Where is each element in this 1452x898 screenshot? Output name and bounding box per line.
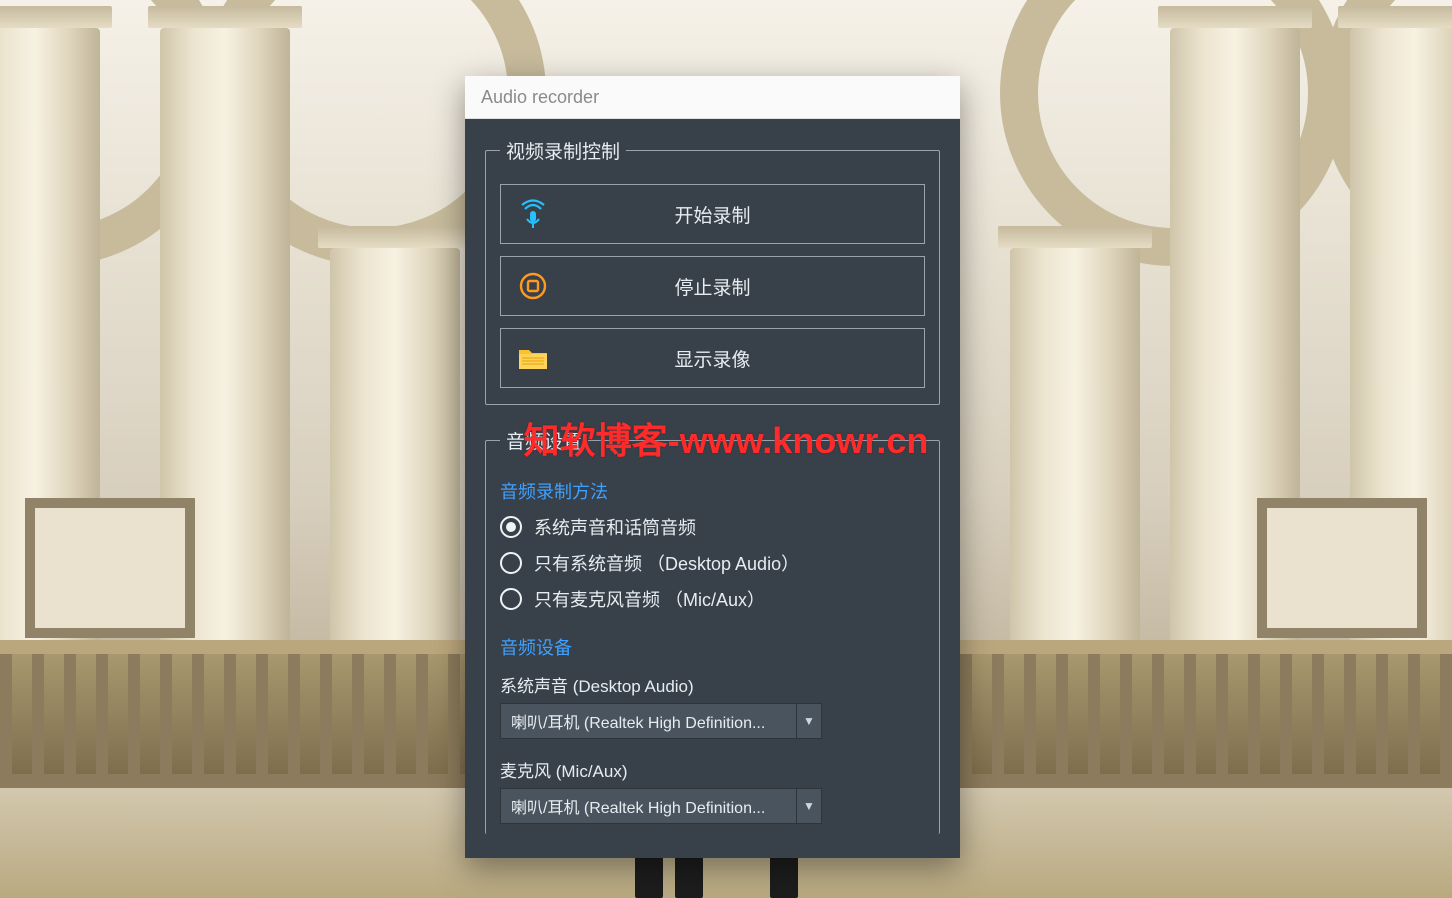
- start-recording-label: 开始录制: [565, 201, 924, 228]
- start-recording-button[interactable]: 开始录制: [500, 184, 925, 244]
- audio-settings-group: 音频设置 音频录制方法 系统声音和话筒音频 只有系统音频 （Desktop Au…: [485, 427, 940, 834]
- mic-audio-select[interactable]: 喇叭/耳机 (Realtek High Definition... ▼: [500, 788, 822, 824]
- audio-method-label: 系统声音和话筒音频: [534, 514, 696, 540]
- window-title: Audio recorder: [481, 87, 599, 108]
- desktop-audio-label: 系统声音 (Desktop Audio): [500, 672, 925, 697]
- stop-recording-button[interactable]: 停止录制: [500, 256, 925, 316]
- window-body: 视频录制控制 开始录制: [465, 119, 960, 858]
- desktop-audio-value: 喇叭/耳机 (Realtek High Definition...: [501, 709, 796, 733]
- show-recordings-label: 显示录像: [565, 345, 924, 372]
- mic-audio-value: 喇叭/耳机 (Realtek High Definition...: [501, 794, 796, 818]
- stop-icon: [501, 272, 565, 300]
- radio-icon: [500, 588, 522, 610]
- window-titlebar[interactable]: Audio recorder: [465, 76, 960, 119]
- radio-icon: [500, 516, 522, 538]
- desktop-audio-select[interactable]: 喇叭/耳机 (Realtek High Definition... ▼: [500, 703, 822, 739]
- radio-icon: [500, 552, 522, 574]
- audio-method-title: 音频录制方法: [500, 478, 925, 504]
- mic-audio-label: 麦克风 (Mic/Aux): [500, 757, 925, 782]
- audio-method-option-both[interactable]: 系统声音和话筒音频: [500, 514, 925, 540]
- chevron-down-icon: ▼: [796, 789, 821, 823]
- stop-recording-label: 停止录制: [565, 273, 924, 300]
- video-control-group: 视频录制控制 开始录制: [485, 137, 940, 405]
- audio-method-label: 只有系统音频 （Desktop Audio）: [534, 550, 799, 576]
- audio-method-label: 只有麦克风音频 （Mic/Aux）: [534, 586, 765, 612]
- folder-icon: [501, 345, 565, 371]
- audio-recorder-window: Audio recorder 视频录制控制 开始录制: [465, 76, 960, 858]
- microphone-wifi-icon: [501, 199, 565, 229]
- audio-method-option-mic[interactable]: 只有麦克风音频 （Mic/Aux）: [500, 586, 925, 612]
- audio-device-title: 音频设备: [500, 634, 925, 660]
- audio-settings-legend: 音频设置: [500, 427, 588, 454]
- chevron-down-icon: ▼: [796, 704, 821, 738]
- audio-method-option-desktop[interactable]: 只有系统音频 （Desktop Audio）: [500, 550, 925, 576]
- video-control-legend: 视频录制控制: [500, 137, 626, 164]
- show-recordings-button[interactable]: 显示录像: [500, 328, 925, 388]
